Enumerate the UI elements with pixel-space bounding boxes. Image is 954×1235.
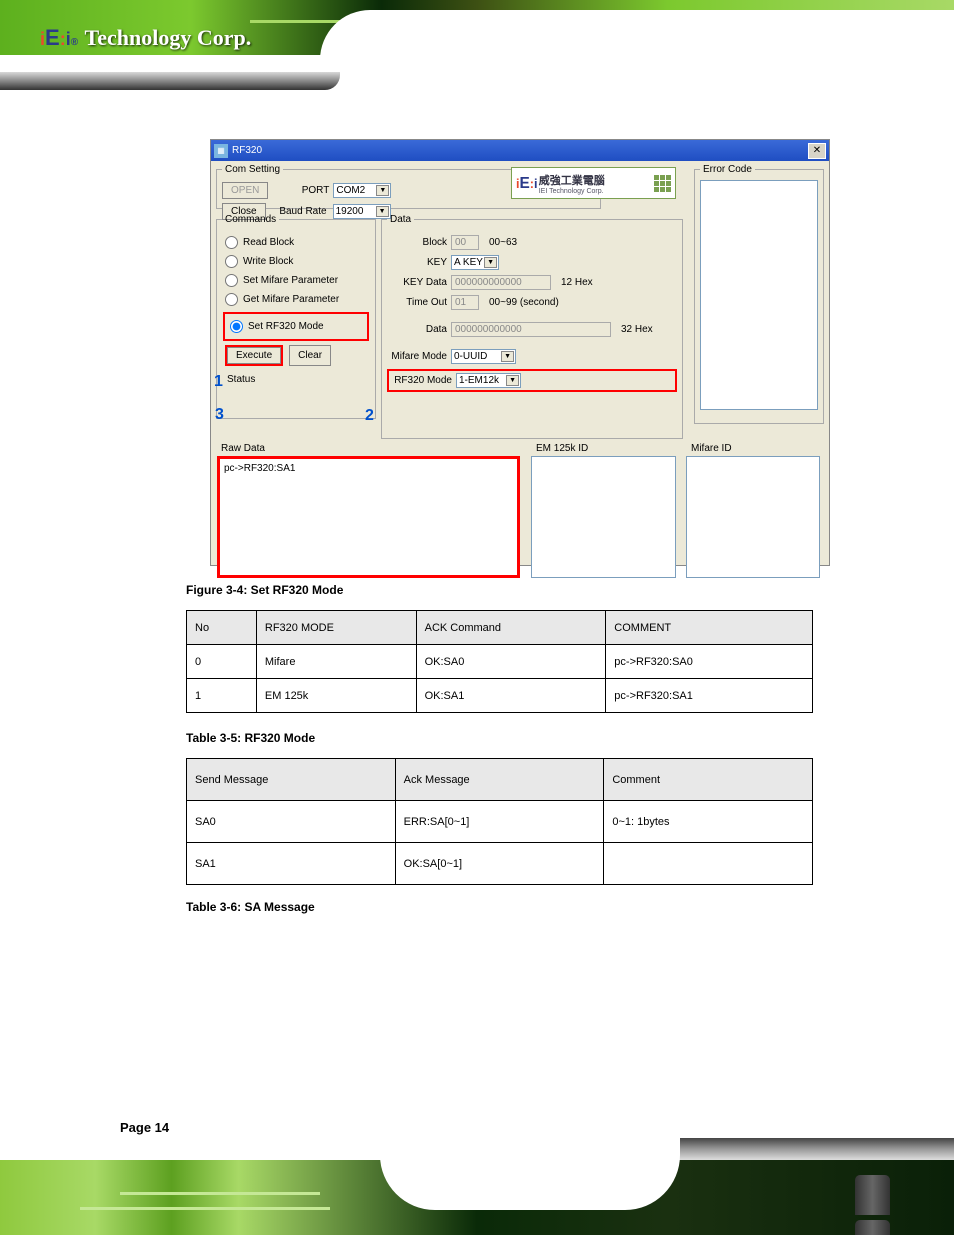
table2-caption: Table 3-6: SA Message [186,900,315,914]
keydata-suffix: 12 Hex [561,277,593,288]
callout-3: 3 [215,406,224,424]
data-legend: Data [387,214,414,225]
table-header-row: Send Message Ack Message Comment [187,759,813,801]
app-icon: ▦ [214,144,228,158]
callout-1: 1 [214,373,223,391]
th-comment2: Comment [604,759,813,801]
rawdata-label: Raw Data [221,443,265,454]
radio-get-mifare[interactable]: Get Mifare Parameter [225,293,367,306]
table-row: SA0 ERR:SA[0~1] 0~1: 1bytes [187,801,813,843]
mifare-mode-label: Mifare Mode [387,351,447,362]
rawdata-content: pc->RF320:SA1 [224,463,295,474]
titlebar[interactable]: ▦ RF320 ✕ [211,140,829,161]
error-code-legend: Error Code [700,164,755,175]
error-code-group: Error Code [694,164,824,424]
data-suffix: 32 Hex [621,324,653,335]
block-input[interactable] [451,235,479,250]
em125k-box [531,456,676,578]
app-window: ▦ RF320 ✕ Com Setting OPEN PORT Close Ba… [210,139,830,566]
company-logo: iE:i® Technology Corp. [40,25,340,75]
execute-button[interactable]: Execute [227,347,281,364]
key-select[interactable] [451,255,499,270]
commands-group: Commands Read Block Write Block Set Mifa… [216,214,376,419]
page-header-decor: iE:i® Technology Corp. [0,0,954,120]
table-row: 1 EM 125k OK:SA1 pc->RF320:SA1 [187,679,813,713]
timeout-suffix: 00~99 (second) [489,297,559,308]
data-group: Data Block 00~63 KEY KEY Data 12 Hex Tim… [381,214,683,439]
key-label: KEY [387,257,447,268]
timeout-label: Time Out [387,297,447,308]
open-button[interactable]: OPEN [222,182,268,199]
timeout-input[interactable] [451,295,479,310]
table1-caption: Table 3-5: RF320 Mode [186,731,315,745]
decor-squares-icon [654,175,671,192]
mifare-id-label: Mifare ID [691,443,732,454]
radio-write-block[interactable]: Write Block [225,255,367,268]
company-subtitle: Technology Corp. [85,25,252,51]
keydata-label: KEY Data [387,277,447,288]
rf320-mode-label: RF320 Mode [392,375,452,386]
mifare-id-box [686,456,820,578]
port-label: PORT [274,185,329,196]
status-label: Status [227,374,365,385]
th-comment: COMMENT [606,611,813,645]
commands-legend: Commands [222,214,279,225]
figure-caption: Figure 3-4: Set RF320 Mode [186,583,343,597]
radio-set-rf320[interactable]: Set RF320 Mode [230,320,362,333]
th-send: Send Message [187,759,396,801]
vendor-cn: 威強工業電腦 [539,172,605,188]
keydata-input[interactable] [451,275,551,290]
table-row: SA1 OK:SA[0~1] [187,843,813,885]
th-ack: ACK Command [416,611,606,645]
error-code-list [700,180,818,410]
data-input[interactable] [451,322,611,337]
data-label: Data [387,324,447,335]
close-icon[interactable]: ✕ [808,143,826,159]
rf320-mode-table: No RF320 MODE ACK Command COMMENT 0 Mifa… [186,610,813,713]
callout-2: 2 [365,407,374,425]
th-ack2: Ack Message [395,759,604,801]
sa-message-table: Send Message Ack Message Comment SA0 ERR… [186,758,813,885]
window-title: RF320 [232,145,262,156]
rf320-mode-select[interactable] [456,373,521,388]
th-mode: RF320 MODE [256,611,416,645]
block-range: 00~63 [489,237,517,248]
radio-set-mifare[interactable]: Set Mifare Parameter [225,274,367,287]
th-no: No [187,611,257,645]
capacitor-icon [854,1175,924,1230]
radio-read-block[interactable]: Read Block [225,236,367,249]
table-header-row: No RF320 MODE ACK Command COMMENT [187,611,813,645]
vendor-banner: iE:i 威強工業電腦 IEI Technology Corp. [511,167,676,199]
rawdata-box: pc->RF320:SA1 [217,456,520,578]
clear-button[interactable]: Clear [289,345,331,366]
table-row: 0 Mifare OK:SA0 pc->RF320:SA0 [187,645,813,679]
page-number: Page 14 [120,1120,169,1135]
block-label: Block [387,237,447,248]
em125k-label: EM 125k ID [536,443,588,454]
vendor-sub: IEI Technology Corp. [539,188,605,195]
port-select[interactable] [333,183,391,198]
mifare-mode-select[interactable] [451,349,516,364]
com-setting-legend: Com Setting [222,164,283,175]
